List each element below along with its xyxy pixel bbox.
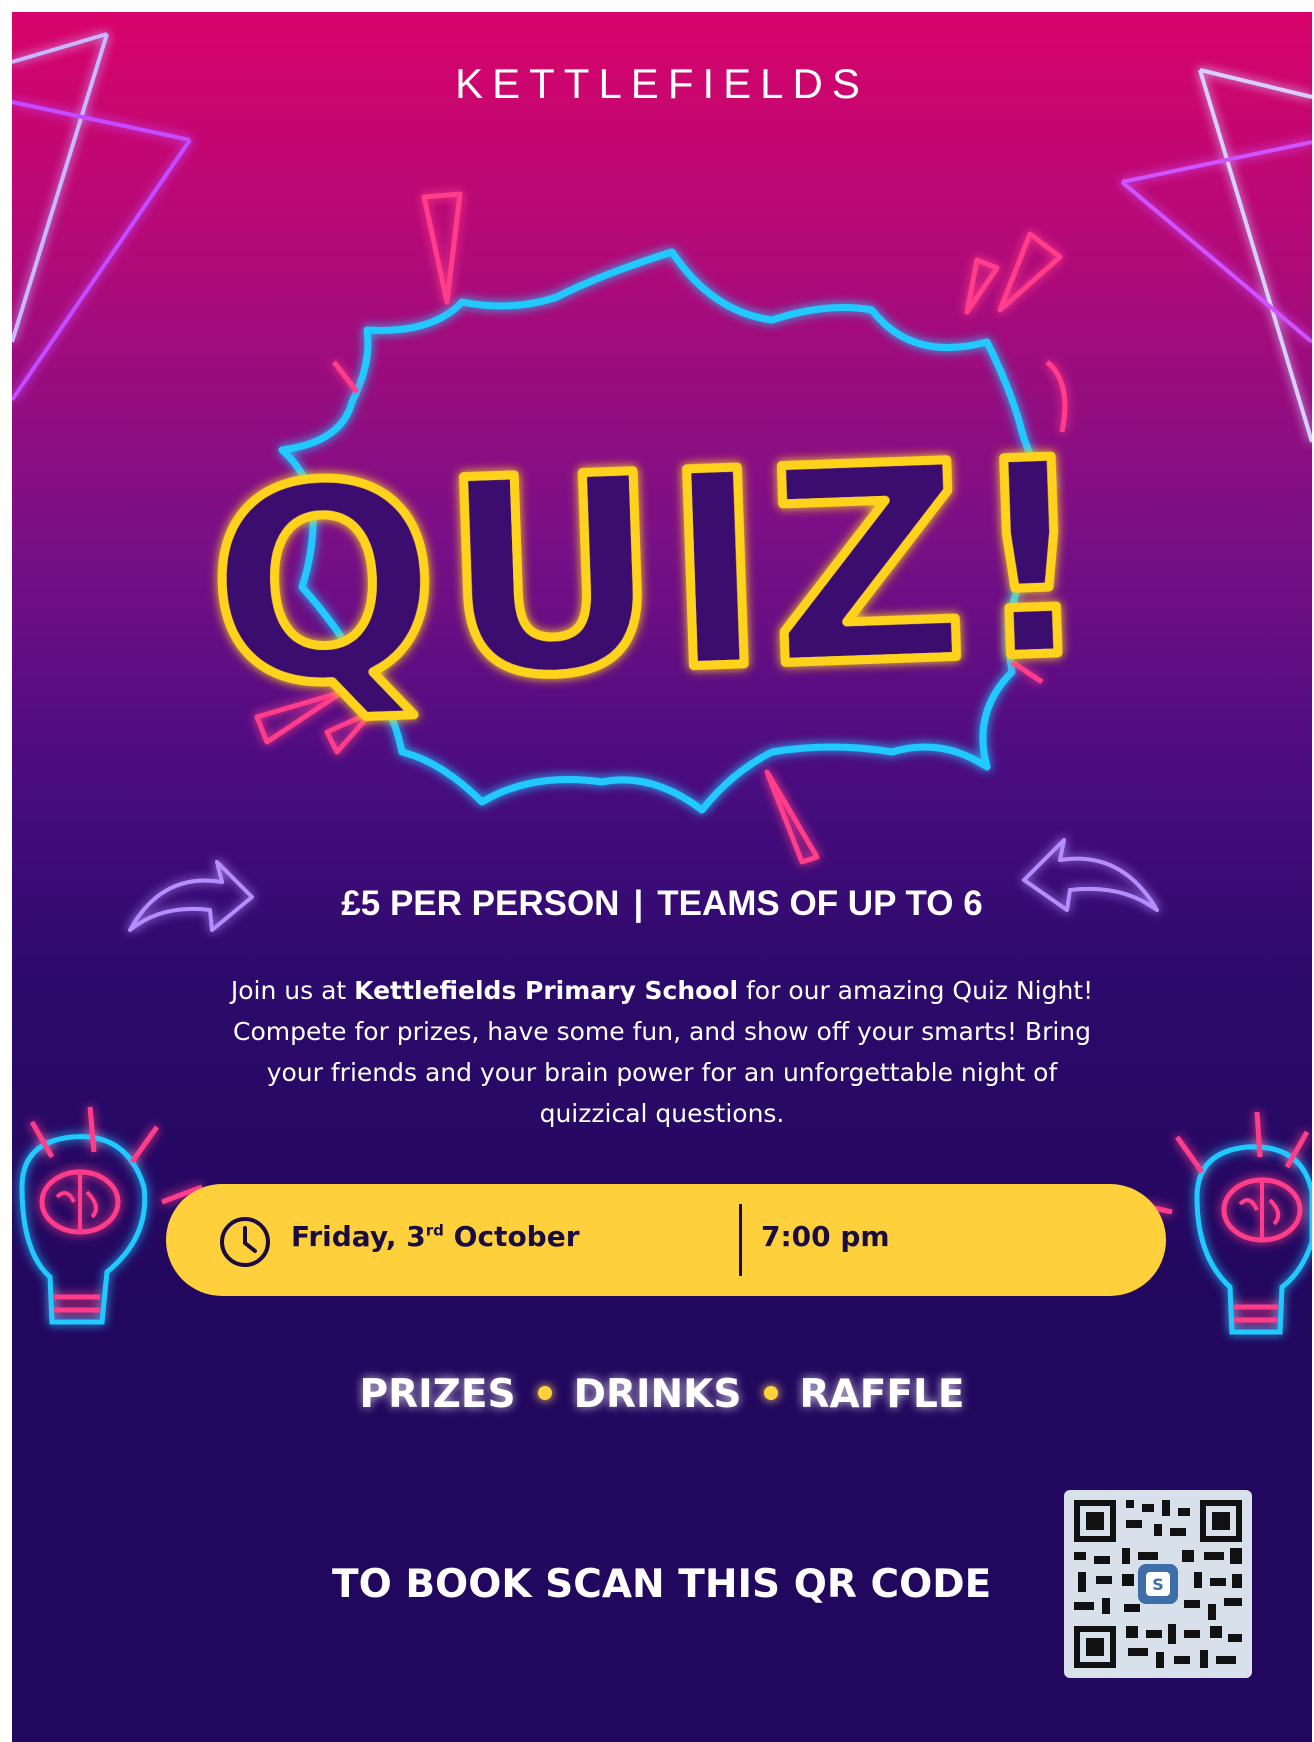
extras-line: PRIZES DRINKS RAFFLE <box>12 1372 1312 1417</box>
qr-code[interactable]: S <box>1064 1490 1252 1678</box>
event-month: October <box>443 1220 580 1253</box>
teams-text: TEAMS OF UP TO 6 <box>657 884 983 923</box>
intro-part-1: Join us at <box>230 976 355 1005</box>
intro-paragraph: Join us at Kettlefields Primary School f… <box>222 970 1102 1134</box>
bullet-dot-icon <box>537 1385 552 1400</box>
svg-text:S: S <box>1152 1575 1164 1594</box>
booking-text: TO BOOK SCAN THIS QR CODE <box>332 1562 992 1607</box>
extra-raffle: RAFFLE <box>799 1372 965 1417</box>
school-name: Kettlefields Primary School <box>354 976 739 1005</box>
price-separator: | <box>633 884 644 923</box>
quiz-headline: QUIZ! <box>203 401 1102 747</box>
event-day-suffix: rd <box>425 1221 444 1240</box>
extra-drinks: DRINKS <box>573 1372 742 1417</box>
price-text: £5 PER PERSON <box>341 884 620 923</box>
event-date: Friday, 3rd October <box>291 1220 580 1253</box>
qr-code-graphic: S <box>1074 1500 1242 1668</box>
event-time: 7:00 pm <box>761 1220 890 1253</box>
quiz-poster: KETTLEFIELDS QUIZ! £5 PER PERSON | TEAMS… <box>12 12 1312 1742</box>
bullet-dot-icon <box>763 1385 778 1400</box>
date-time-divider <box>739 1204 742 1276</box>
corner-lines-right <box>1120 68 1312 443</box>
neon-artwork: QUIZ! <box>12 32 1312 1335</box>
event-day: Friday, 3 <box>291 1220 426 1253</box>
extra-prizes: PRIZES <box>359 1372 516 1417</box>
corner-lines-left <box>12 32 192 402</box>
clock-icon <box>220 1217 270 1267</box>
date-time-bar: Friday, 3rd October 7:00 pm <box>166 1184 1166 1296</box>
price-line: £5 PER PERSON | TEAMS OF UP TO 6 <box>12 884 1312 924</box>
